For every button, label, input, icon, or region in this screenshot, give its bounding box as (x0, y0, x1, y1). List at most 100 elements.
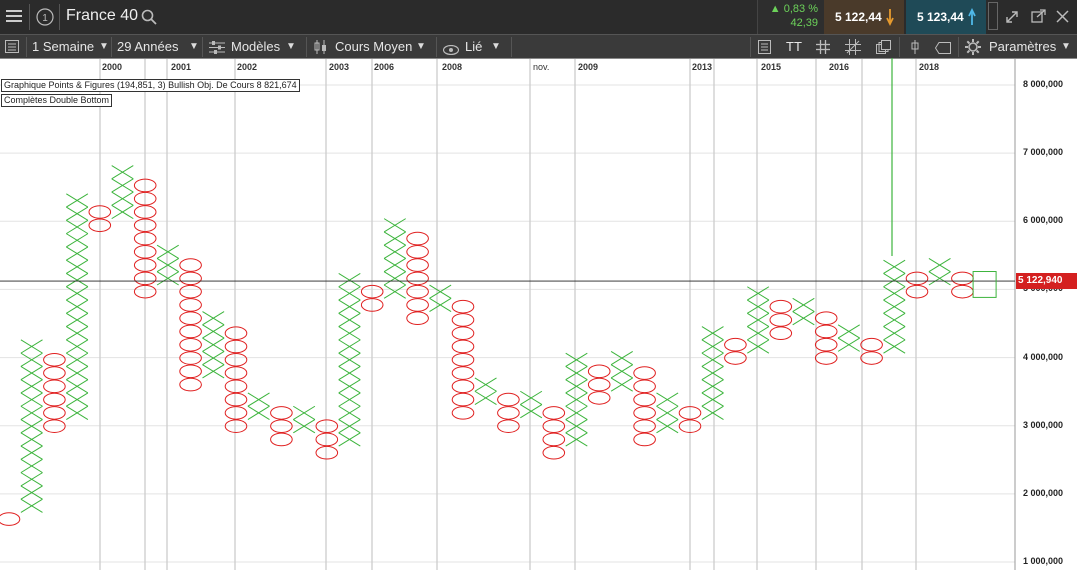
x-axis-label: 2002 (237, 62, 258, 72)
o-mark (769, 326, 793, 341)
params-button[interactable]: Paramètres (989, 35, 1056, 59)
o-mark (587, 364, 611, 379)
o-mark (633, 366, 656, 380)
gear-icon[interactable] (965, 39, 981, 60)
x-axis-label: 2006 (374, 62, 395, 72)
chart-area[interactable]: 2000 2001 2002 2003 2006 2008 nov. 2009 2013 2015… (0, 58, 1077, 570)
o-mark (179, 337, 202, 352)
o-mark (451, 352, 475, 367)
x-axis-label: 2000 (102, 62, 123, 72)
x-axis-label: nov. (533, 62, 550, 72)
chevron-down-icon[interactable]: ▼ (286, 41, 296, 52)
o-mark (905, 284, 929, 299)
buy-button[interactable]: 5 123,44 (906, 0, 986, 34)
range-select[interactable]: 29 Années (117, 35, 178, 59)
chart-info-annotation: Graphique Points & Figures (194,851, 3) … (1, 79, 300, 92)
search-icon[interactable] (141, 9, 157, 30)
text-tool-button[interactable]: TT (786, 35, 802, 59)
y-axis-label: 4 000,000 (1023, 351, 1064, 362)
scroll-handle[interactable] (988, 2, 998, 30)
o-mark (633, 392, 656, 407)
instrument-title[interactable]: France 40 (66, 7, 138, 25)
o-mark (43, 406, 66, 420)
o-mark (43, 366, 66, 380)
svg-text:1: 1 (42, 13, 48, 24)
chevron-down-icon[interactable]: ▼ (416, 41, 426, 52)
o-mark (179, 377, 202, 392)
o-mark (224, 366, 248, 380)
o-mark (406, 311, 429, 326)
o-mark (633, 379, 656, 394)
o-mark (451, 299, 475, 314)
o-mark (179, 298, 202, 312)
o-mark (633, 406, 656, 420)
close-icon[interactable] (1056, 10, 1069, 28)
chevron-down-icon[interactable]: ▼ (99, 41, 109, 52)
label-icon[interactable] (934, 41, 951, 59)
o-mark (451, 313, 475, 327)
o-mark (451, 339, 475, 354)
indicator-list-icon[interactable] (758, 40, 771, 59)
o-mark (951, 271, 974, 286)
change-percent: ▲ 0,83 % (769, 3, 818, 15)
sell-price: 5 122,44 (835, 10, 882, 24)
o-mark (905, 271, 929, 286)
info-icon[interactable]: 1 (36, 8, 54, 31)
o-mark (406, 271, 429, 286)
menu-icon[interactable] (6, 9, 22, 23)
y-axis-label: 2 000,000 (1023, 487, 1064, 498)
link-select[interactable]: Lié (465, 35, 482, 59)
expand-icon[interactable] (1005, 10, 1019, 29)
x-axis-label: 2018 (919, 62, 940, 72)
pnf-chart[interactable] (0, 58, 1077, 570)
o-mark (179, 311, 202, 326)
list-icon[interactable] (5, 40, 19, 58)
o-mark (769, 313, 793, 327)
o-mark (315, 432, 339, 447)
y-axis-label: 1 000,000 (1023, 556, 1064, 566)
chevron-down-icon[interactable]: ▼ (491, 41, 501, 52)
current-box-marker (972, 271, 997, 298)
grid-icon[interactable] (816, 40, 830, 59)
sell-button[interactable]: 5 122,44 (824, 0, 904, 34)
o-mark (451, 406, 475, 420)
o-mark (542, 445, 566, 460)
link-label: Lié (465, 39, 483, 54)
popout-icon[interactable] (1031, 9, 1046, 29)
x-axis-label: 2003 (329, 62, 350, 72)
range-label: 29 Années (117, 39, 179, 54)
buy-price: 5 123,44 (917, 10, 964, 24)
o-mark (224, 326, 248, 341)
o-mark (406, 245, 429, 259)
price-type-select[interactable]: Cours Moyen (335, 35, 412, 59)
o-mark (179, 258, 202, 272)
o-mark (633, 432, 656, 447)
models-select[interactable]: Modèles (231, 35, 280, 59)
o-mark (406, 258, 429, 272)
o-mark (224, 406, 248, 420)
drawing-grid-icon[interactable] (845, 39, 861, 60)
o-mark (951, 284, 974, 299)
o-mark (315, 445, 339, 460)
y-axis-label: 7 000,000 (1023, 147, 1064, 158)
x-axis-label: 2015 (761, 62, 782, 72)
o-mark (814, 324, 838, 339)
o-mark (224, 352, 248, 367)
o-mark (43, 392, 66, 407)
chevron-down-icon[interactable]: ▼ (189, 41, 199, 52)
y-axis-label: 6 000,000 (1023, 215, 1064, 226)
o-mark (224, 392, 248, 407)
y-axis-label: 3 000,000 (1023, 419, 1064, 430)
chevron-down-icon[interactable]: ▼ (1061, 41, 1071, 52)
price-tag: 5 122,940 (1016, 273, 1077, 289)
o-mark (179, 271, 202, 286)
period-select[interactable]: 1 Semaine (32, 35, 94, 59)
layers-icon[interactable] (876, 40, 891, 59)
o-mark (179, 284, 202, 299)
o-mark (542, 432, 566, 447)
o-mark (769, 299, 793, 314)
y-axis-label: 8 000,000 (1023, 79, 1064, 89)
pin-icon[interactable] (909, 40, 921, 59)
o-mark (179, 364, 202, 379)
period-label: 1 Semaine (32, 39, 95, 54)
